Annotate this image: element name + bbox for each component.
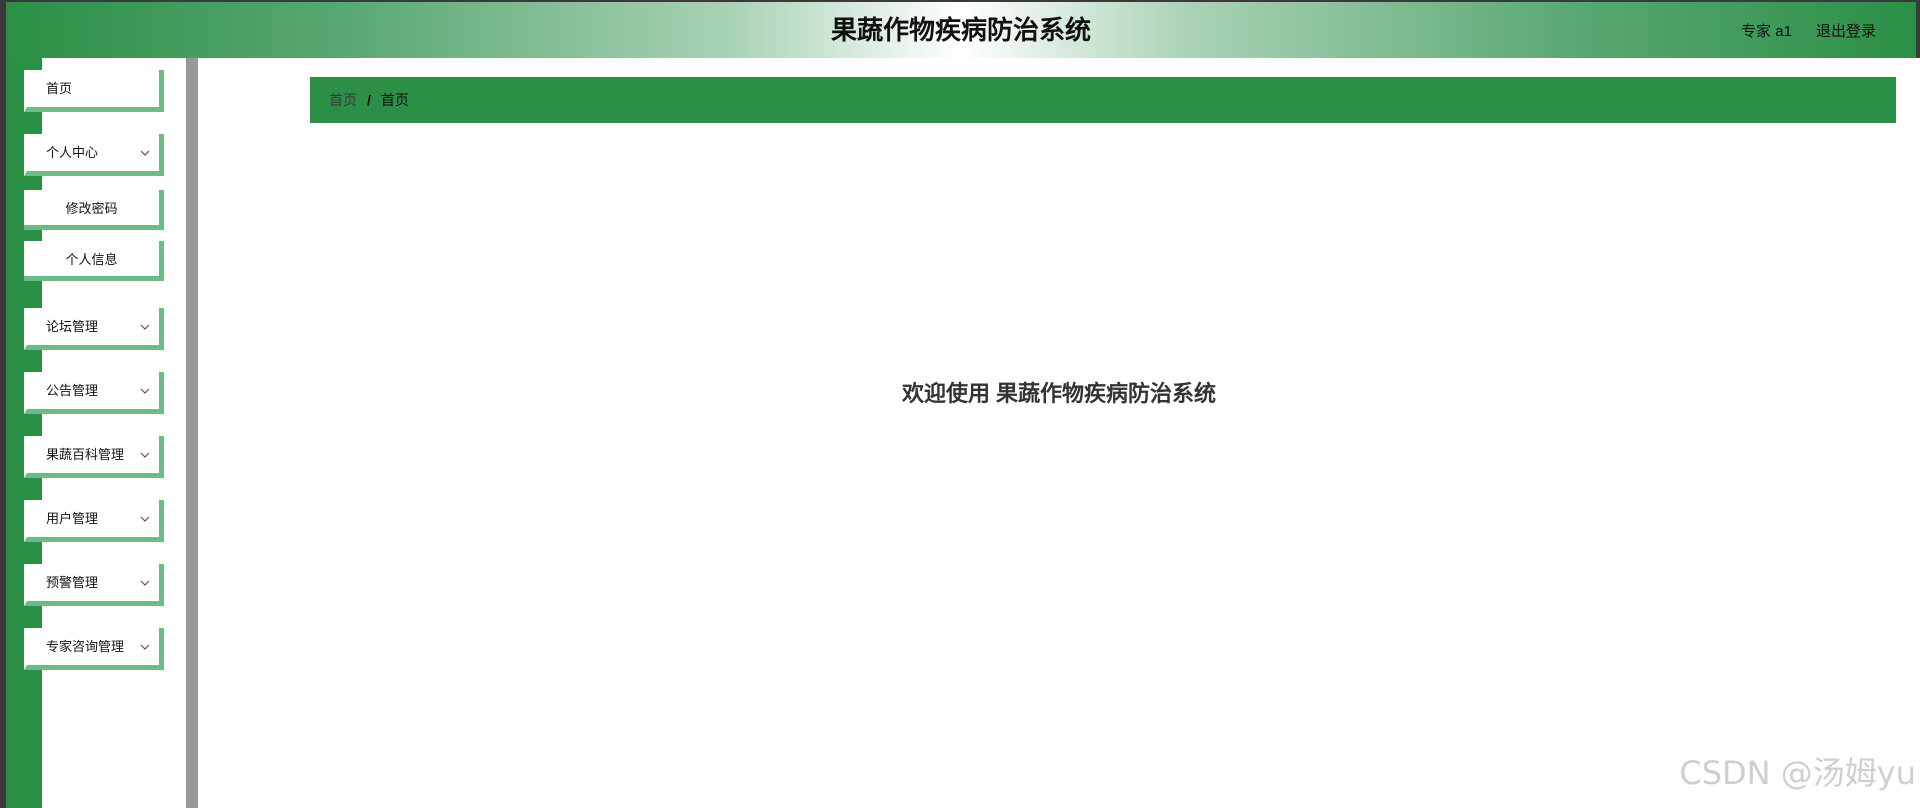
chevron-down-icon xyxy=(139,577,151,589)
breadcrumb-home-link[interactable]: 首页 xyxy=(329,90,357,110)
logout-button[interactable]: 退出登录 xyxy=(1816,20,1876,41)
watermark-text: CSDN @汤姆yu xyxy=(1679,754,1916,792)
chevron-down-icon xyxy=(139,449,151,461)
welcome-message: 欢迎使用 果蔬作物疾病防治系统 xyxy=(901,381,1217,406)
window-right-edge xyxy=(1916,0,1920,58)
app-window: 果蔬作物疾病防治系统 专家 a1 退出登录 首页 个人中心 修改密码 个人信息 … xyxy=(0,0,1920,808)
sidebar-divider xyxy=(186,58,198,808)
top-header: 果蔬作物疾病防治系统 专家 a1 退出登录 xyxy=(6,2,1916,58)
chevron-down-icon xyxy=(139,385,151,397)
breadcrumb-separator: / xyxy=(367,92,371,108)
chevron-down-icon xyxy=(139,641,151,653)
sidebar-item-label: 个人中心 xyxy=(46,145,99,160)
sidebar-item-expert-consult[interactable]: 专家咨询管理 xyxy=(24,628,164,670)
breadcrumb-current: 首页 xyxy=(380,92,409,108)
sidebar-item-label: 专家咨询管理 xyxy=(46,639,125,654)
breadcrumb: 首页 / 首页 xyxy=(310,77,1896,123)
sidebar-item-home[interactable]: 首页 xyxy=(24,70,164,112)
sidebar-item-warnings[interactable]: 预警管理 xyxy=(24,564,164,606)
sidebar-item-forum[interactable]: 论坛管理 xyxy=(24,308,164,350)
chevron-down-icon xyxy=(139,513,151,525)
chevron-down-icon xyxy=(139,321,151,333)
sidebar-item-label: 预警管理 xyxy=(46,575,99,590)
sidebar-subitem-change-password[interactable]: 修改密码 xyxy=(24,190,164,230)
sidebar-item-users[interactable]: 用户管理 xyxy=(24,500,164,542)
sidebar-item-label: 果蔬百科管理 xyxy=(46,447,125,462)
sidebar-item-encyclopedia[interactable]: 果蔬百科管理 xyxy=(24,436,164,478)
sidebar-item-label: 论坛管理 xyxy=(46,319,99,334)
sidebar-item-label: 首页 xyxy=(46,81,73,96)
sidebar-item-personal-center[interactable]: 个人中心 xyxy=(24,134,164,176)
sidebar-item-announcements[interactable]: 公告管理 xyxy=(24,372,164,414)
current-user-label: 专家 a1 xyxy=(1741,22,1792,40)
sidebar-item-label: 公告管理 xyxy=(46,383,99,398)
app-title: 果蔬作物疾病防治系统 xyxy=(830,15,1091,45)
chevron-down-icon xyxy=(139,147,151,159)
sidebar-subitem-personal-info[interactable]: 个人信息 xyxy=(24,241,164,281)
header-user-area: 专家 a1 退出登录 xyxy=(1741,2,1876,58)
sidebar-item-label: 用户管理 xyxy=(46,511,99,526)
